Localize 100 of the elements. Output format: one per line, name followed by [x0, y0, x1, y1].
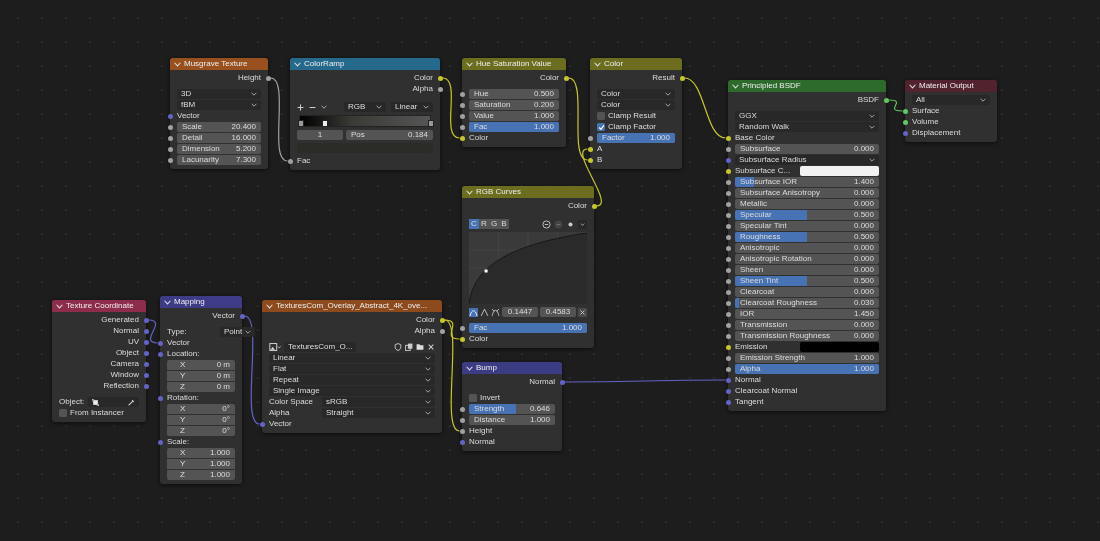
- node-header[interactable]: Mapping: [160, 296, 242, 308]
- dot-icon[interactable]: [566, 219, 575, 229]
- color-swatch[interactable]: [800, 342, 879, 352]
- socket-dot[interactable]: [725, 223, 731, 229]
- collapse-icon[interactable]: [266, 303, 273, 309]
- socket-dot[interactable]: [563, 75, 569, 81]
- socket-dot[interactable]: [725, 355, 731, 361]
- socket-dot[interactable]: [725, 322, 731, 328]
- socket-dot[interactable]: [143, 372, 149, 378]
- socket-dot[interactable]: [459, 417, 465, 423]
- number-field[interactable]: Y 0 m: [167, 371, 235, 381]
- number-field[interactable]: Value 1.000: [469, 111, 559, 121]
- value-slider[interactable]: Fac 1.000: [469, 323, 587, 333]
- node-panel[interactable]: RGB Curves Color C R G B 0.1447 0.4583 Fac 1.000 Color: [462, 186, 594, 348]
- socket-dot[interactable]: [459, 124, 465, 130]
- node-header[interactable]: RGB Curves: [462, 186, 594, 198]
- collapse-icon[interactable]: [732, 83, 739, 89]
- number-field[interactable]: Scale 20.400: [177, 122, 261, 132]
- number-field[interactable]: Lacunarity 7.300: [177, 155, 261, 165]
- number-field[interactable]: Z 0 m: [167, 382, 235, 392]
- number-field[interactable]: Pos 0.184: [346, 130, 433, 140]
- node-header[interactable]: TexturesCom_Overlay_Abstract_4K_ove...: [262, 300, 442, 312]
- socket-dot[interactable]: [167, 146, 173, 152]
- number-field[interactable]: Distance 1.000: [469, 415, 555, 425]
- channel-tab[interactable]: B: [499, 219, 509, 229]
- socket-dot[interactable]: [167, 157, 173, 163]
- color-ramp-bar[interactable]: [299, 115, 431, 127]
- dropdown[interactable]: Linear: [391, 102, 433, 112]
- socket-dot[interactable]: [725, 366, 731, 372]
- socket-dot[interactable]: [587, 135, 593, 141]
- socket-dot[interactable]: [725, 157, 731, 163]
- dropdown[interactable]: 3D: [177, 89, 261, 99]
- socket-dot[interactable]: [437, 75, 443, 81]
- node-header[interactable]: Musgrave Texture: [170, 58, 268, 70]
- eyedropper-icon[interactable]: [128, 398, 135, 406]
- channel-tab[interactable]: R: [479, 219, 489, 229]
- number-field[interactable]: IOR 1.450: [735, 309, 879, 319]
- socket-dot[interactable]: [459, 91, 465, 97]
- node-header[interactable]: Texture Coordinate: [52, 300, 146, 312]
- socket-dot[interactable]: [725, 311, 731, 317]
- number-field[interactable]: Sheen 0.000: [735, 265, 879, 275]
- socket-dot[interactable]: [157, 340, 163, 346]
- node-panel[interactable]: TexturesCom_Overlay_Abstract_4K_ove... Color Alpha TexturesCom_O... Linear Flat Repeat Single Image Color Space sRGB Alpha Straight Vector: [262, 300, 442, 433]
- node-header[interactable]: ColorRamp: [290, 58, 440, 70]
- checkbox[interactable]: [597, 123, 605, 131]
- socket-dot[interactable]: [725, 179, 731, 185]
- number-field[interactable]: Y 0°: [167, 415, 235, 425]
- value-slider[interactable]: Factor 1.000: [597, 133, 675, 143]
- shield-icon[interactable]: [394, 343, 402, 351]
- number-field[interactable]: Transmission 0.000: [735, 320, 879, 330]
- number-field[interactable]: Saturation 0.200: [469, 100, 559, 110]
- socket-dot[interactable]: [725, 212, 731, 218]
- socket-dot[interactable]: [167, 124, 173, 130]
- collapse-icon[interactable]: [909, 83, 916, 89]
- socket-dot[interactable]: [143, 361, 149, 367]
- socket-dot[interactable]: [143, 383, 149, 389]
- close-icon[interactable]: [427, 343, 435, 351]
- node-panel[interactable]: Bump Normal Invert Strength 0.646 Distance 1.000 Height Normal: [462, 362, 562, 451]
- collapse-icon[interactable]: [174, 61, 181, 67]
- socket-dot[interactable]: [143, 328, 149, 334]
- node-header[interactable]: Hue Saturation Value: [462, 58, 566, 70]
- node-header[interactable]: Principled BSDF: [728, 80, 886, 92]
- socket-dot[interactable]: [459, 428, 465, 434]
- socket-dot[interactable]: [725, 168, 731, 174]
- socket-dot[interactable]: [167, 113, 173, 119]
- node-panel[interactable]: Color Result Color Color Clamp Result Clamp Factor Factor 1.000 A B: [590, 58, 682, 169]
- zoom-icon[interactable]: [542, 219, 551, 229]
- dropdown[interactable]: Random Walk: [735, 122, 879, 132]
- number-field[interactable]: X 0°: [167, 404, 235, 414]
- number-field[interactable]: Anisotropic Rotation 0.000: [735, 254, 879, 264]
- number-field[interactable]: Anisotropic 0.000: [735, 243, 879, 253]
- socket-dot[interactable]: [143, 317, 149, 323]
- socket-dot[interactable]: [725, 234, 731, 240]
- socket-dot[interactable]: [725, 388, 731, 394]
- socket-dot[interactable]: [591, 203, 597, 209]
- socket-dot[interactable]: [725, 377, 731, 383]
- collapse-icon[interactable]: [56, 303, 63, 309]
- copy-icon[interactable]: [405, 343, 413, 351]
- socket-dot[interactable]: [725, 300, 731, 306]
- socket-dot[interactable]: [902, 108, 908, 114]
- dropdown[interactable]: Repeat: [269, 375, 435, 385]
- dropdown[interactable]: Flat: [269, 364, 435, 374]
- socket-dot[interactable]: [157, 439, 163, 445]
- value-slider[interactable]: Fac 1.000: [469, 122, 559, 132]
- socket-dot[interactable]: [725, 344, 731, 350]
- socket-dot[interactable]: [143, 350, 149, 356]
- channel-tab[interactable]: G: [489, 219, 499, 229]
- dropdown[interactable]: Point: [220, 327, 256, 337]
- dropdown[interactable]: GGX: [735, 111, 879, 121]
- socket-dot[interactable]: [439, 317, 445, 323]
- socket-dot[interactable]: [725, 278, 731, 284]
- number-field[interactable]: 0.4583: [540, 307, 576, 317]
- value-slider[interactable]: Strength 0.646: [469, 404, 555, 414]
- number-field[interactable]: 0.1447: [502, 307, 538, 317]
- number-field[interactable]: Transmission Roughness 0.000: [735, 331, 879, 341]
- socket-dot[interactable]: [725, 256, 731, 262]
- dropdown[interactable]: Subsurface Radius: [735, 155, 879, 165]
- number-field[interactable]: Z 0°: [167, 426, 235, 436]
- number-field[interactable]: Dimension 5.200: [177, 144, 261, 154]
- socket-dot[interactable]: [459, 439, 465, 445]
